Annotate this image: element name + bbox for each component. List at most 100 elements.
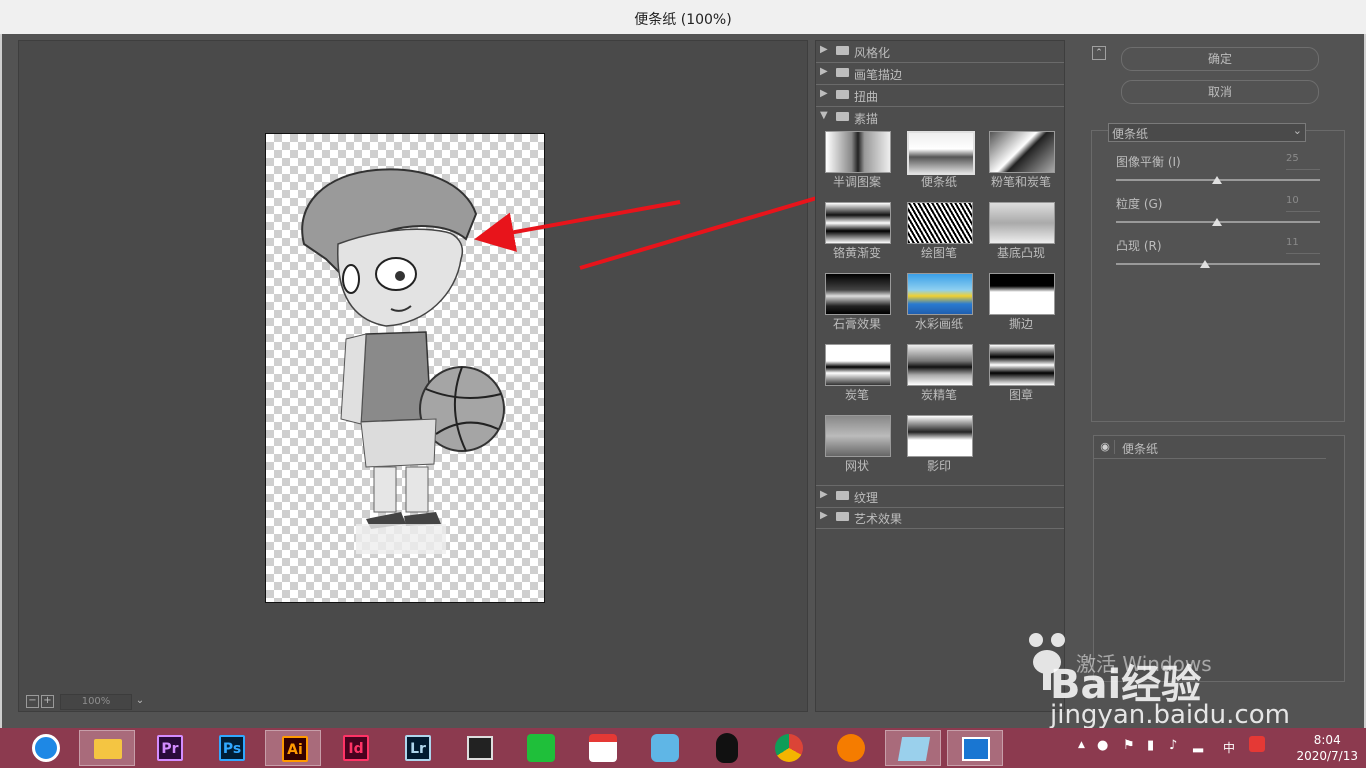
- taskbar-photoshop[interactable]: Ps: [203, 730, 259, 766]
- volume-icon[interactable]: ♪: [1169, 738, 1177, 753]
- folder-icon: [836, 90, 849, 99]
- clock-date: 2020/7/13: [1296, 749, 1358, 763]
- taskbar: Pr Ps Ai Id Lr ▲ ● ⚑ ▮ ♪ ▂ 中 8:04 2020/7…: [0, 728, 1366, 768]
- window-title: 便条纸 (100%): [634, 12, 732, 28]
- filter-thumb-note-paper[interactable]: [907, 131, 975, 175]
- filter-thumb-charcoal[interactable]: [825, 344, 891, 386]
- filter-thumb-charcoal-chalk[interactable]: [989, 131, 1055, 173]
- chevron-down-icon: ▼: [820, 110, 828, 121]
- qq-penguin-icon: [716, 733, 738, 763]
- taskbar-browser[interactable]: [18, 730, 74, 766]
- filter-label: 炭笔: [844, 388, 869, 402]
- param-label-image-balance: 图像平衡 (I): [1116, 155, 1181, 169]
- taskbar-qq[interactable]: [699, 730, 755, 766]
- taskbar-notes-app[interactable]: [885, 730, 941, 766]
- chevron-down-icon[interactable]: ⌄: [132, 694, 148, 708]
- zoom-in-button[interactable]: +: [41, 695, 54, 708]
- slider-knob[interactable]: [1212, 218, 1222, 226]
- param-label-relief: 凸现 (R): [1116, 239, 1162, 253]
- slider-knob[interactable]: [1212, 176, 1222, 184]
- photoshop-icon: Ps: [219, 735, 245, 761]
- folder-icon: [836, 68, 849, 77]
- window-titlebar: 便条纸 (100%): [0, 0, 1366, 35]
- chrome-icon: [775, 734, 803, 762]
- filter-thumb-plaster[interactable]: [825, 273, 891, 315]
- battery-icon[interactable]: ▮: [1147, 738, 1154, 753]
- show-hidden-icons-icon[interactable]: ▲: [1078, 740, 1085, 750]
- filter-label: 图章: [1008, 388, 1033, 402]
- taskbar-illustrator[interactable]: Ai: [265, 730, 321, 766]
- effect-layer-row[interactable]: ◉ 便条纸: [1094, 436, 1326, 459]
- filter-gallery: ▶ 风格化 ▶ 画笔描边 ▶ 扭曲 ▼ 素描 半调图案 便条纸 粉笔和炭笔 铬黄…: [815, 40, 1065, 712]
- collapse-gallery-icon[interactable]: ⌃: [1092, 46, 1106, 60]
- network-icon[interactable]: ▂: [1193, 738, 1203, 753]
- filter-label: 水彩画纸: [914, 317, 963, 331]
- filter-thumb-conte-crayon[interactable]: [907, 344, 973, 386]
- zoom-bar: − + 100% ⌄: [22, 693, 252, 710]
- preview-canvas: [265, 133, 545, 603]
- zoom-out-button[interactable]: −: [26, 695, 39, 708]
- category-sketch[interactable]: ▼ 素描: [816, 107, 1064, 128]
- cancel-button[interactable]: 取消: [1121, 80, 1319, 104]
- taskbar-indesign[interactable]: Id: [327, 730, 383, 766]
- category-artistic[interactable]: ▶ 艺术效果: [816, 507, 1064, 529]
- zoom-level[interactable]: 100%: [60, 694, 132, 710]
- premiere-icon: Pr: [157, 735, 183, 761]
- orange-app-icon: [837, 734, 865, 762]
- filter-label: 便条纸: [920, 175, 957, 189]
- film-icon: [467, 736, 493, 760]
- slider-knob[interactable]: [1200, 260, 1210, 268]
- category-stylize[interactable]: ▶ 风格化: [816, 41, 1064, 63]
- ime-indicator[interactable]: 中: [1223, 739, 1235, 756]
- folder-icon: [836, 46, 849, 55]
- cartoon-boy-image: [301, 168, 505, 554]
- chevron-right-icon: ▶: [820, 44, 828, 55]
- taskbar-clock[interactable]: 8:04 2020/7/13: [1296, 732, 1358, 764]
- filter-thumb-chrome[interactable]: [825, 202, 891, 244]
- effect-layers-list: ◉ 便条纸: [1093, 435, 1345, 682]
- taskbar-lightroom[interactable]: Lr: [389, 730, 445, 766]
- eye-icon[interactable]: ◉: [1096, 440, 1115, 454]
- taskbar-chat-app[interactable]: [637, 730, 693, 766]
- filter-select[interactable]: 便条纸 ⌄: [1108, 123, 1306, 142]
- qq-tray-icon[interactable]: ●: [1097, 738, 1108, 753]
- filter-thumb-halftone[interactable]: [825, 131, 891, 173]
- filter-settings-panel: ⌃ 确定 取消 便条纸 ⌄ 图像平衡 (I) 25 粒度 (G) 10 凸现 (…: [1080, 40, 1350, 710]
- slider-relief[interactable]: [1116, 263, 1320, 265]
- taskbar-news-app[interactable]: [947, 730, 1003, 766]
- umbrella-app-icon: [589, 734, 617, 762]
- param-value-relief[interactable]: 11: [1286, 237, 1320, 254]
- filter-label: 撕边: [1008, 317, 1033, 331]
- taskbar-file-explorer[interactable]: [79, 730, 135, 766]
- taskbar-premiere[interactable]: Pr: [141, 730, 197, 766]
- folder-icon: [836, 491, 849, 500]
- taskbar-umbrella-app[interactable]: [575, 730, 631, 766]
- sogou-ime-icon[interactable]: [1249, 736, 1265, 752]
- filter-thumb-bas-relief[interactable]: [989, 202, 1055, 244]
- category-brush-strokes[interactable]: ▶ 画笔描边: [816, 63, 1064, 85]
- filter-label: 铬黄渐变: [832, 246, 881, 260]
- taskbar-green-app[interactable]: [513, 730, 569, 766]
- filter-thumb-photocopy[interactable]: [907, 415, 973, 457]
- chevron-down-icon: ⌄: [1292, 124, 1302, 137]
- filter-thumb-stamp[interactable]: [989, 344, 1055, 386]
- filter-thumb-graphic-pen[interactable]: [907, 202, 973, 244]
- param-value-image-balance[interactable]: 25: [1286, 153, 1320, 170]
- filter-thumb-reticulation[interactable]: [825, 415, 891, 457]
- param-label-graininess: 粒度 (G): [1116, 197, 1163, 211]
- filter-thumb-water-paper[interactable]: [907, 273, 973, 315]
- taskbar-video-editor[interactable]: [451, 730, 507, 766]
- filter-thumb-torn-edges[interactable]: [989, 273, 1055, 315]
- category-distort[interactable]: ▶ 扭曲: [816, 85, 1064, 107]
- taskbar-chrome[interactable]: [761, 730, 817, 766]
- param-value-graininess[interactable]: 10: [1286, 195, 1320, 212]
- filter-parameters-box: [1091, 130, 1345, 422]
- ok-button[interactable]: 确定: [1121, 47, 1319, 71]
- chevron-right-icon: ▶: [820, 66, 828, 77]
- taskbar-orange-app[interactable]: [823, 730, 879, 766]
- indesign-icon: Id: [343, 735, 369, 761]
- lightroom-icon: Lr: [405, 735, 431, 761]
- action-center-flag-icon[interactable]: ⚑: [1123, 738, 1135, 753]
- filter-label: 石膏效果: [832, 317, 881, 331]
- category-texture[interactable]: ▶ 纹理: [816, 485, 1064, 508]
